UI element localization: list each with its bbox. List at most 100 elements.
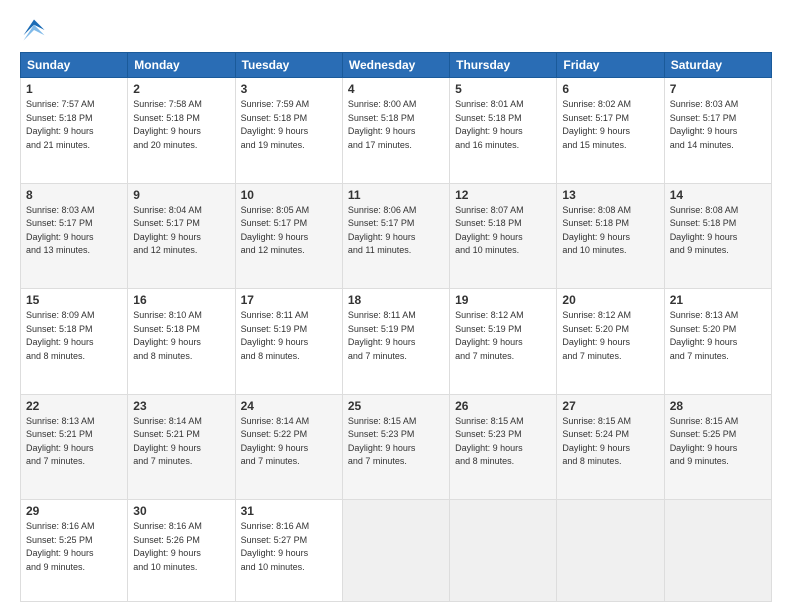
- day-info: Sunrise: 7:59 AM Sunset: 5:18 PM Dayligh…: [241, 98, 337, 152]
- calendar-cell: [450, 500, 557, 602]
- day-info: Sunrise: 8:03 AM Sunset: 5:17 PM Dayligh…: [26, 204, 122, 258]
- day-number: 18: [348, 293, 444, 307]
- logo-icon: [20, 16, 48, 44]
- logo: [20, 16, 52, 44]
- day-info: Sunrise: 8:05 AM Sunset: 5:17 PM Dayligh…: [241, 204, 337, 258]
- day-number: 11: [348, 188, 444, 202]
- calendar-cell: 3 Sunrise: 7:59 AM Sunset: 5:18 PM Daylig…: [235, 78, 342, 184]
- calendar-cell: 11 Sunrise: 8:06 AM Sunset: 5:17 PM Dayli…: [342, 183, 449, 289]
- calendar-cell: 1 Sunrise: 7:57 AM Sunset: 5:18 PM Daylig…: [21, 78, 128, 184]
- calendar-cell: 18 Sunrise: 8:11 AM Sunset: 5:19 PM Dayli…: [342, 289, 449, 395]
- day-info: Sunrise: 8:07 AM Sunset: 5:18 PM Dayligh…: [455, 204, 551, 258]
- day-info: Sunrise: 8:15 AM Sunset: 5:23 PM Dayligh…: [455, 415, 551, 469]
- calendar-cell: 8 Sunrise: 8:03 AM Sunset: 5:17 PM Daylig…: [21, 183, 128, 289]
- day-number: 3: [241, 82, 337, 96]
- day-info: Sunrise: 8:16 AM Sunset: 5:27 PM Dayligh…: [241, 520, 337, 574]
- calendar-cell: 6Sunrise: 8:02 AM Sunset: 5:17 PM Daylig…: [557, 78, 664, 184]
- day-number: 19: [455, 293, 551, 307]
- calendar-week-row: 1 Sunrise: 7:57 AM Sunset: 5:18 PM Daylig…: [21, 78, 772, 184]
- calendar-cell: 28Sunrise: 8:15 AM Sunset: 5:25 PM Dayli…: [664, 394, 771, 500]
- calendar-cell: 19Sunrise: 8:12 AM Sunset: 5:19 PM Dayli…: [450, 289, 557, 395]
- day-number: 27: [562, 399, 658, 413]
- day-info: Sunrise: 8:16 AM Sunset: 5:26 PM Dayligh…: [133, 520, 229, 574]
- day-number: 31: [241, 504, 337, 518]
- calendar-cell: 13Sunrise: 8:08 AM Sunset: 5:18 PM Dayli…: [557, 183, 664, 289]
- calendar-cell: 5 Sunrise: 8:01 AM Sunset: 5:18 PM Daylig…: [450, 78, 557, 184]
- day-info: Sunrise: 8:14 AM Sunset: 5:21 PM Dayligh…: [133, 415, 229, 469]
- day-number: 9: [133, 188, 229, 202]
- day-number: 14: [670, 188, 766, 202]
- calendar-cell: 31 Sunrise: 8:16 AM Sunset: 5:27 PM Dayli…: [235, 500, 342, 602]
- day-info: Sunrise: 8:08 AM Sunset: 5:18 PM Dayligh…: [670, 204, 766, 258]
- day-number: 1: [26, 82, 122, 96]
- day-number: 20: [562, 293, 658, 307]
- day-info: Sunrise: 8:12 AM Sunset: 5:20 PM Dayligh…: [562, 309, 658, 363]
- calendar-cell: [557, 500, 664, 602]
- calendar-header-wednesday: Wednesday: [342, 53, 449, 78]
- day-number: 26: [455, 399, 551, 413]
- calendar-cell: 4Sunrise: 8:00 AM Sunset: 5:18 PM Daylig…: [342, 78, 449, 184]
- calendar-week-row: 15 Sunrise: 8:09 AM Sunset: 5:18 PM Dayli…: [21, 289, 772, 395]
- calendar-cell: [342, 500, 449, 602]
- day-number: 21: [670, 293, 766, 307]
- day-info: Sunrise: 8:16 AM Sunset: 5:25 PM Dayligh…: [26, 520, 122, 574]
- day-info: Sunrise: 7:58 AM Sunset: 5:18 PM Dayligh…: [133, 98, 229, 152]
- day-number: 24: [241, 399, 337, 413]
- day-number: 25: [348, 399, 444, 413]
- calendar-week-row: 8 Sunrise: 8:03 AM Sunset: 5:17 PM Daylig…: [21, 183, 772, 289]
- calendar-cell: 17Sunrise: 8:11 AM Sunset: 5:19 PM Dayli…: [235, 289, 342, 395]
- calendar-cell: 9 Sunrise: 8:04 AM Sunset: 5:17 PM Daylig…: [128, 183, 235, 289]
- calendar-cell: 22Sunrise: 8:13 AM Sunset: 5:21 PM Dayli…: [21, 394, 128, 500]
- day-number: 17: [241, 293, 337, 307]
- calendar-cell: 29Sunrise: 8:16 AM Sunset: 5:25 PM Dayli…: [21, 500, 128, 602]
- day-number: 5: [455, 82, 551, 96]
- calendar-cell: 25 Sunrise: 8:15 AM Sunset: 5:23 PM Dayli…: [342, 394, 449, 500]
- day-number: 10: [241, 188, 337, 202]
- day-number: 23: [133, 399, 229, 413]
- page: SundayMondayTuesdayWednesdayThursdayFrid…: [0, 0, 792, 612]
- calendar-cell: 12 Sunrise: 8:07 AM Sunset: 5:18 PM Dayli…: [450, 183, 557, 289]
- calendar-table: SundayMondayTuesdayWednesdayThursdayFrid…: [20, 52, 772, 602]
- day-info: Sunrise: 8:09 AM Sunset: 5:18 PM Dayligh…: [26, 309, 122, 363]
- day-number: 13: [562, 188, 658, 202]
- calendar-week-row: 22Sunrise: 8:13 AM Sunset: 5:21 PM Dayli…: [21, 394, 772, 500]
- calendar-header-friday: Friday: [557, 53, 664, 78]
- calendar-cell: 24 Sunrise: 8:14 AM Sunset: 5:22 PM Dayli…: [235, 394, 342, 500]
- calendar-cell: 26 Sunrise: 8:15 AM Sunset: 5:23 PM Dayli…: [450, 394, 557, 500]
- day-info: Sunrise: 7:57 AM Sunset: 5:18 PM Dayligh…: [26, 98, 122, 152]
- day-number: 8: [26, 188, 122, 202]
- day-number: 7: [670, 82, 766, 96]
- day-info: Sunrise: 8:14 AM Sunset: 5:22 PM Dayligh…: [241, 415, 337, 469]
- calendar-cell: 15 Sunrise: 8:09 AM Sunset: 5:18 PM Dayli…: [21, 289, 128, 395]
- calendar-cell: 23 Sunrise: 8:14 AM Sunset: 5:21 PM Dayli…: [128, 394, 235, 500]
- day-info: Sunrise: 8:06 AM Sunset: 5:17 PM Dayligh…: [348, 204, 444, 258]
- calendar-header-sunday: Sunday: [21, 53, 128, 78]
- day-info: Sunrise: 8:04 AM Sunset: 5:17 PM Dayligh…: [133, 204, 229, 258]
- calendar-cell: 2Sunrise: 7:58 AM Sunset: 5:18 PM Daylig…: [128, 78, 235, 184]
- day-info: Sunrise: 8:15 AM Sunset: 5:24 PM Dayligh…: [562, 415, 658, 469]
- day-info: Sunrise: 8:10 AM Sunset: 5:18 PM Dayligh…: [133, 309, 229, 363]
- calendar-cell: 30Sunrise: 8:16 AM Sunset: 5:26 PM Dayli…: [128, 500, 235, 602]
- calendar-cell: 14 Sunrise: 8:08 AM Sunset: 5:18 PM Dayli…: [664, 183, 771, 289]
- day-info: Sunrise: 8:13 AM Sunset: 5:20 PM Dayligh…: [670, 309, 766, 363]
- day-number: 12: [455, 188, 551, 202]
- day-number: 28: [670, 399, 766, 413]
- day-info: Sunrise: 8:13 AM Sunset: 5:21 PM Dayligh…: [26, 415, 122, 469]
- day-number: 16: [133, 293, 229, 307]
- calendar-header-tuesday: Tuesday: [235, 53, 342, 78]
- calendar-cell: 20 Sunrise: 8:12 AM Sunset: 5:20 PM Dayli…: [557, 289, 664, 395]
- day-info: Sunrise: 8:01 AM Sunset: 5:18 PM Dayligh…: [455, 98, 551, 152]
- calendar-header-row: SundayMondayTuesdayWednesdayThursdayFrid…: [21, 53, 772, 78]
- calendar-header-saturday: Saturday: [664, 53, 771, 78]
- calendar-cell: 7 Sunrise: 8:03 AM Sunset: 5:17 PM Daylig…: [664, 78, 771, 184]
- calendar-cell: [664, 500, 771, 602]
- day-info: Sunrise: 8:15 AM Sunset: 5:23 PM Dayligh…: [348, 415, 444, 469]
- calendar-header-monday: Monday: [128, 53, 235, 78]
- calendar-cell: 27 Sunrise: 8:15 AM Sunset: 5:24 PM Dayli…: [557, 394, 664, 500]
- calendar-cell: 21 Sunrise: 8:13 AM Sunset: 5:20 PM Dayli…: [664, 289, 771, 395]
- day-number: 6: [562, 82, 658, 96]
- day-info: Sunrise: 8:03 AM Sunset: 5:17 PM Dayligh…: [670, 98, 766, 152]
- header: [20, 16, 772, 44]
- day-number: 15: [26, 293, 122, 307]
- day-info: Sunrise: 8:11 AM Sunset: 5:19 PM Dayligh…: [348, 309, 444, 363]
